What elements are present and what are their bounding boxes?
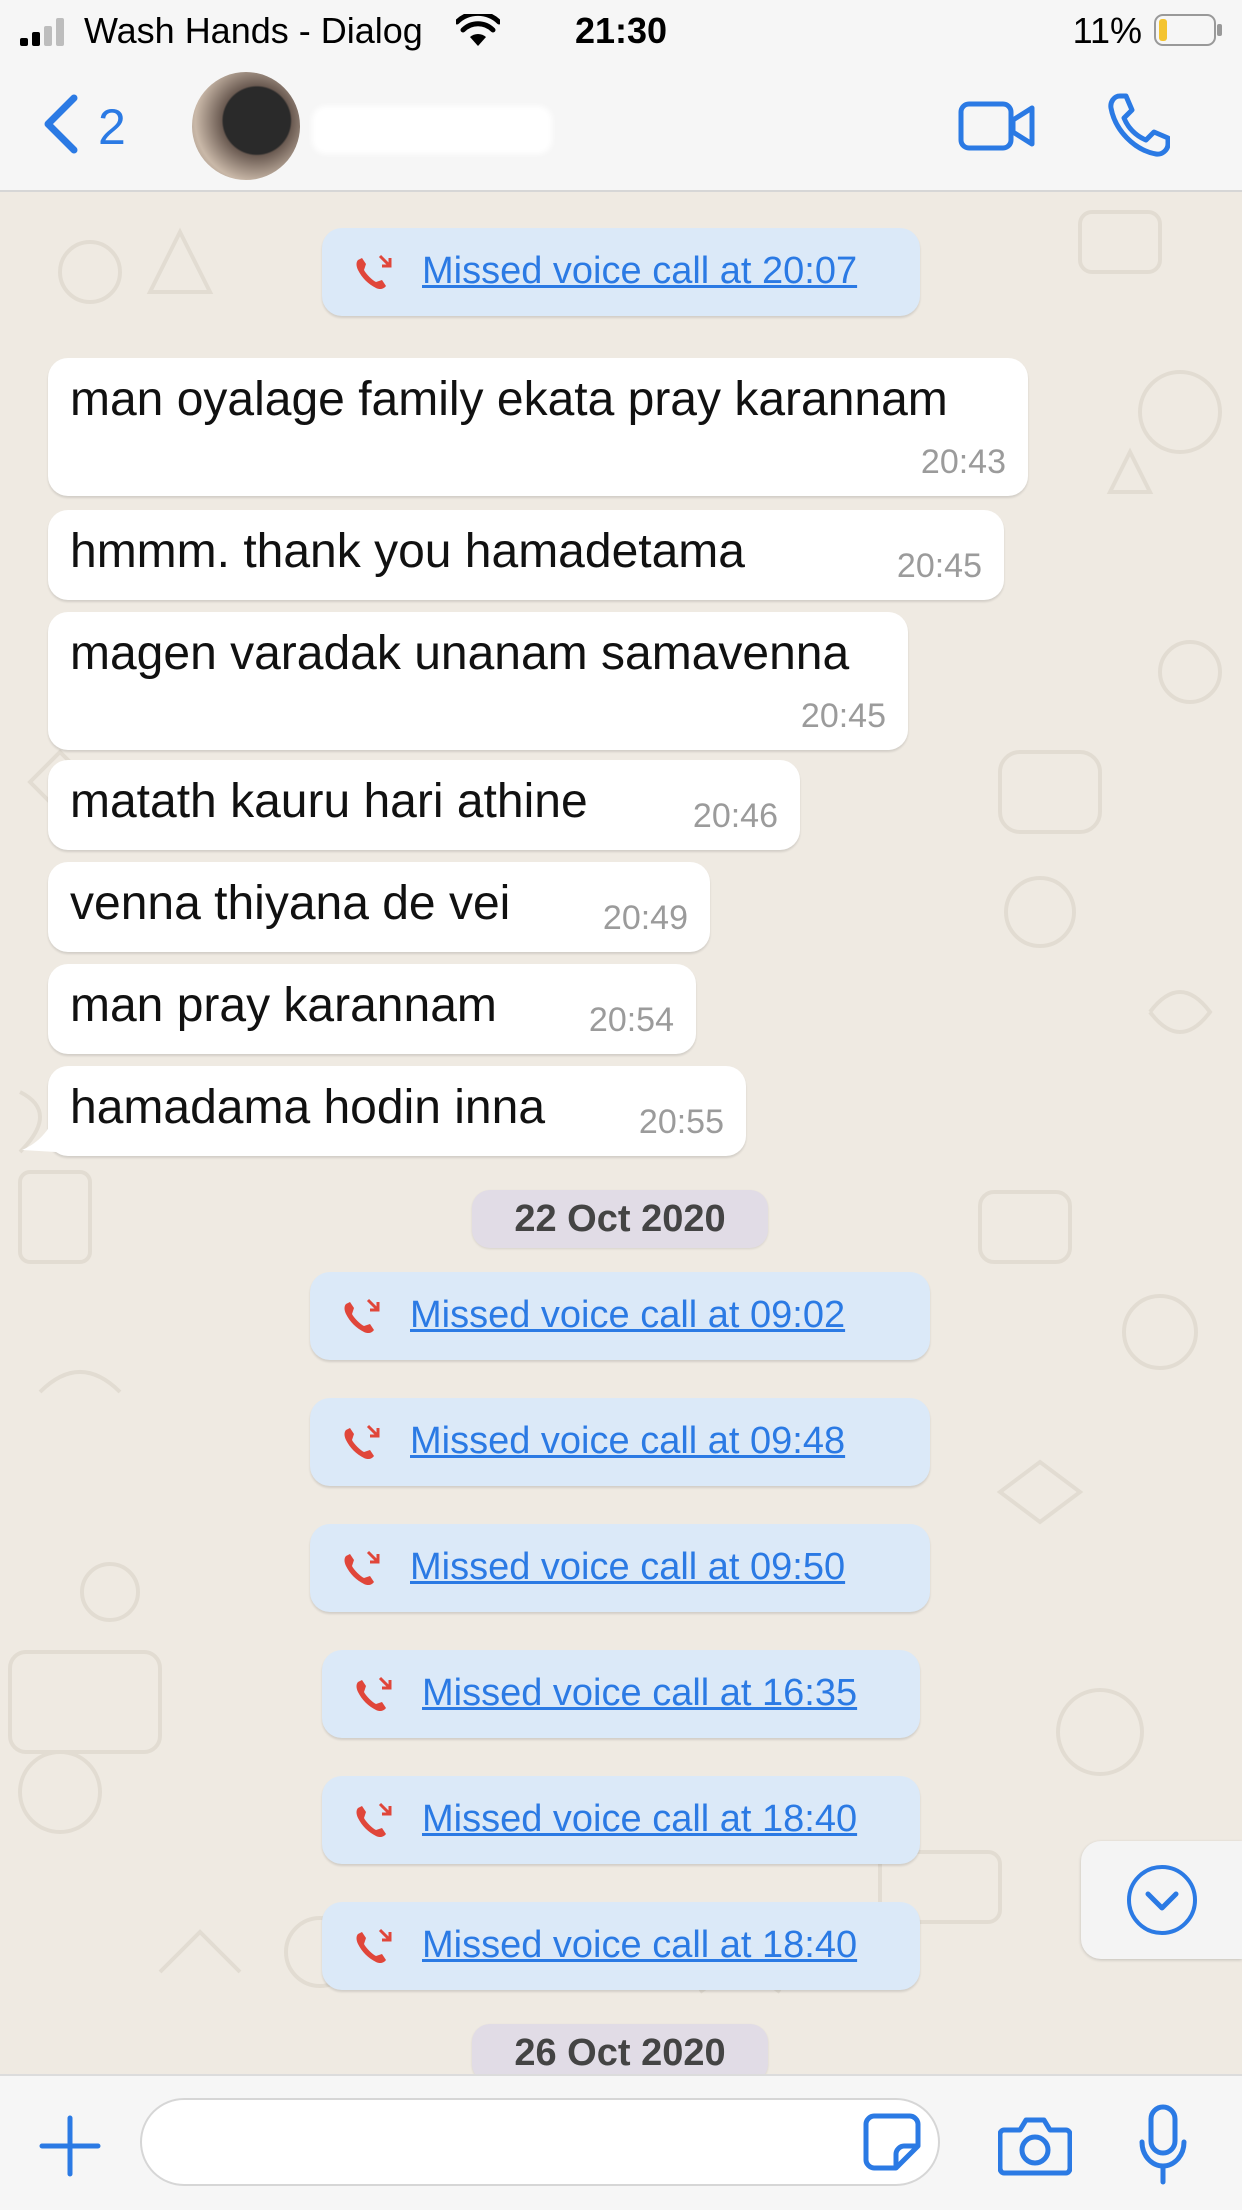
message-text: venna thiyana de vei <box>70 877 511 930</box>
scroll-to-bottom-button[interactable] <box>1081 1841 1242 1959</box>
message-input[interactable] <box>140 2098 940 2186</box>
missed-call-notice[interactable]: Missed voice call at 16:35 <box>322 1650 920 1738</box>
chevron-down-circle-icon <box>1127 1865 1197 1935</box>
missed-call-icon <box>344 1298 380 1334</box>
microphone-icon[interactable] <box>1138 2104 1188 2186</box>
message-time: 20:55 <box>638 1103 724 1141</box>
plus-icon[interactable] <box>38 2114 102 2178</box>
incoming-message[interactable]: matath kauru hari athine 20:46 <box>48 760 800 850</box>
missed-call-notice[interactable]: Missed voice call at 20:07 <box>322 228 920 316</box>
incoming-message[interactable]: man pray karannam 20:54 <box>48 964 696 1054</box>
message-text: matath kauru hari athine <box>70 775 588 828</box>
missed-call-icon <box>356 1676 392 1712</box>
sticker-icon[interactable] <box>860 2110 924 2174</box>
missed-call-notice[interactable]: Missed voice call at 09:02 <box>310 1272 930 1360</box>
missed-call-notice[interactable]: Missed voice call at 09:48 <box>310 1398 930 1486</box>
camera-icon[interactable] <box>998 2114 1072 2176</box>
date-separator: 26 Oct 2020 <box>472 2024 768 2074</box>
battery-percent: 11% <box>1072 10 1142 51</box>
missed-call-icon <box>356 1928 392 1964</box>
message-text: man pray karannam <box>70 979 497 1032</box>
video-call-icon[interactable] <box>958 96 1036 156</box>
chat-header: 2 <box>0 62 1242 192</box>
contact-name-redacted[interactable] <box>312 106 552 154</box>
incoming-message[interactable]: hamadama hodin inna 20:55 <box>48 1066 746 1156</box>
missed-call-label[interactable]: Missed voice call at 09:48 <box>410 1420 845 1463</box>
message-text: man oyalage family ekata pray karannam <box>70 373 948 426</box>
voice-call-icon[interactable] <box>1106 92 1170 158</box>
unread-count[interactable]: 2 <box>98 98 126 156</box>
message-text: magen varadak unanam samavenna <box>70 627 850 680</box>
incoming-message[interactable]: man oyalage family ekata pray karannam 2… <box>48 358 1028 496</box>
missed-call-label[interactable]: Missed voice call at 18:40 <box>422 1924 857 1967</box>
message-text: hmmm. thank you hamadetama <box>70 525 745 578</box>
missed-call-icon <box>344 1424 380 1460</box>
missed-call-icon <box>356 1802 392 1838</box>
date-separator: 22 Oct 2020 <box>472 1190 768 1248</box>
message-time: 20:46 <box>692 797 778 835</box>
missed-call-label[interactable]: Missed voice call at 20:07 <box>422 250 857 293</box>
composer-bar <box>0 2074 1242 2210</box>
battery-icon <box>1154 14 1222 46</box>
message-time: 20:43 <box>920 443 1006 481</box>
message-time: 20:45 <box>800 697 886 735</box>
missed-call-label[interactable]: Missed voice call at 16:35 <box>422 1672 857 1715</box>
missed-call-label[interactable]: Missed voice call at 09:02 <box>410 1294 845 1337</box>
message-text: hamadama hodin inna <box>70 1081 546 1134</box>
missed-call-notice[interactable]: Missed voice call at 18:40 <box>322 1776 920 1864</box>
missed-call-icon <box>344 1550 380 1586</box>
message-time: 20:54 <box>588 1001 674 1039</box>
missed-call-notice[interactable]: Missed voice call at 09:50 <box>310 1524 930 1612</box>
bubble-tail <box>22 1122 56 1152</box>
incoming-message[interactable]: venna thiyana de vei 20:49 <box>48 862 710 952</box>
incoming-message[interactable]: magen varadak unanam samavenna 20:45 <box>48 612 908 750</box>
back-chevron-icon[interactable] <box>36 92 86 156</box>
clock: 21:30 <box>574 10 668 51</box>
message-time: 20:49 <box>602 899 688 937</box>
status-bar: Wash Hands - Dialog 21:30 11% <box>0 0 1242 62</box>
message-time: 20:45 <box>896 547 982 585</box>
missed-call-label[interactable]: Missed voice call at 09:50 <box>410 1546 845 1589</box>
incoming-message[interactable]: hmmm. thank you hamadetama 20:45 <box>48 510 1004 600</box>
missed-call-notice[interactable]: Missed voice call at 18:40 <box>322 1902 920 1990</box>
contact-avatar[interactable] <box>192 72 300 180</box>
message-list[interactable]: Missed voice call at 20:07 man oyalage f… <box>0 192 1242 2074</box>
missed-call-icon <box>356 254 392 290</box>
missed-call-label[interactable]: Missed voice call at 18:40 <box>422 1798 857 1841</box>
